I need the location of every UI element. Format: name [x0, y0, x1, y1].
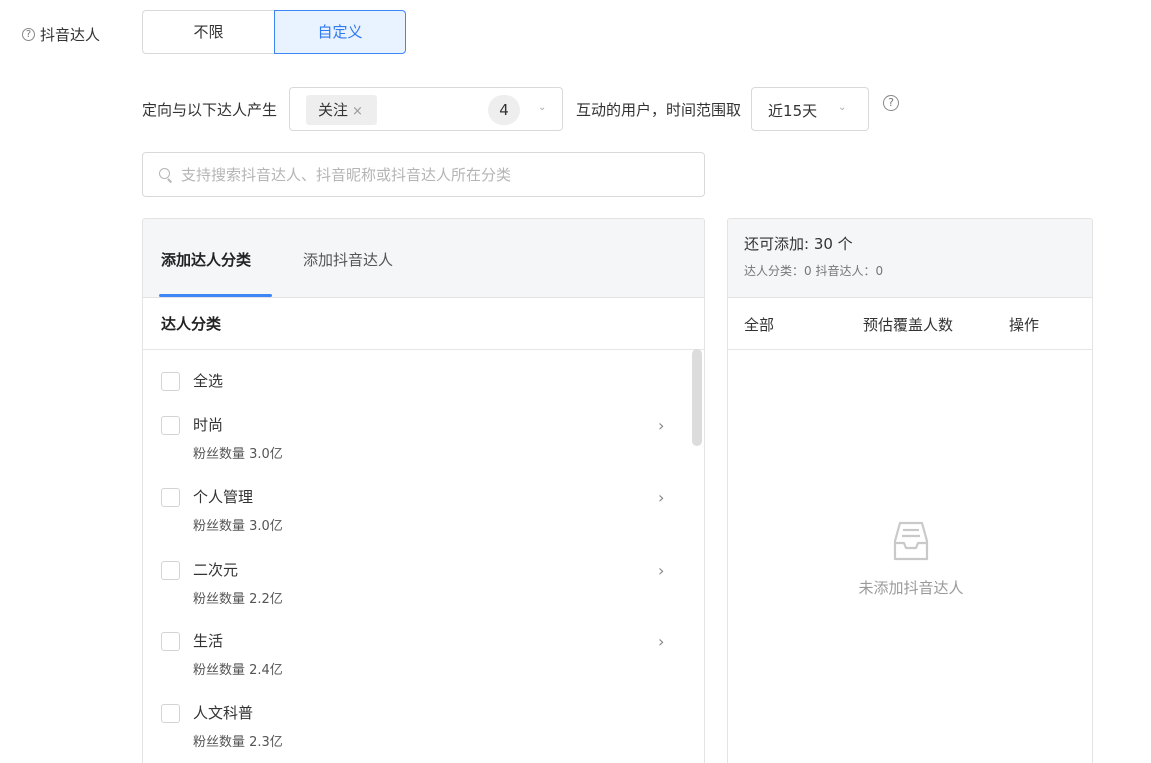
- mode-segmented-control: 不限 自定义: [142, 10, 406, 54]
- empty-state-text: 未添加抖音达人: [858, 579, 964, 597]
- time-range-value: 近15天: [768, 102, 818, 120]
- chevron-down-icon: ⌄: [838, 102, 847, 113]
- category-fans: 粉丝数量 2.4亿: [193, 663, 283, 678]
- column-estimated-coverage: 预估覆盖人数: [863, 316, 954, 334]
- targeting-row: 定向与以下达人产生 关注 × 4 ⌄ 互动的用户，时间范围取 近15天 ⌄ ?: [142, 87, 904, 131]
- selected-panel: 还可添加: 30 个 达人分类：0 抖音达人：0 全部 预估覆盖人数 操作 未添…: [727, 218, 1093, 763]
- category-checkbox[interactable]: [161, 416, 180, 435]
- time-range-select[interactable]: 近15天 ⌄: [751, 87, 870, 131]
- mode-option-unlimited[interactable]: 不限: [142, 10, 274, 54]
- selected-table-header: 全部 预估覆盖人数 操作: [728, 298, 1092, 350]
- category-tabs: 添加达人分类 添加抖音达人: [143, 219, 704, 298]
- chevron-right-icon[interactable]: ›: [658, 488, 664, 507]
- scrollbar-thumb[interactable]: [692, 349, 702, 446]
- selected-count-badge: 4: [488, 95, 521, 125]
- category-column-header: 达人分类: [143, 298, 704, 350]
- chevron-down-icon[interactable]: ⌄: [538, 102, 546, 113]
- empty-inbox-icon: [893, 521, 929, 561]
- mode-option-custom[interactable]: 自定义: [274, 10, 406, 54]
- search-icon: [159, 167, 173, 182]
- column-all: 全部: [744, 316, 775, 334]
- category-checkbox[interactable]: [161, 561, 180, 580]
- category-name: 时尚: [193, 416, 224, 434]
- time-range-help[interactable]: ?: [883, 92, 904, 111]
- category-panel: 添加达人分类 添加抖音达人 达人分类 全选 时尚 粉丝数量 3.0亿 › 个人管…: [142, 218, 705, 763]
- interaction-type-select[interactable]: 关注 × 4 ⌄: [289, 87, 564, 131]
- chevron-right-icon[interactable]: ›: [658, 416, 664, 435]
- targeting-prefix: 定向与以下达人产生: [142, 100, 278, 119]
- category-name: 人文科普: [193, 704, 254, 722]
- category-fans: 粉丝数量 2.2亿: [193, 592, 283, 607]
- category-fans: 粉丝数量 3.0亿: [193, 447, 283, 462]
- field-label: ? 抖音达人: [22, 24, 100, 45]
- selected-breakdown: 达人分类：0 抖音达人：0: [744, 264, 884, 278]
- targeting-middle: 互动的用户，时间范围取: [576, 100, 742, 119]
- selected-summary: 还可添加: 30 个 达人分类：0 抖音达人：0: [728, 219, 1092, 298]
- category-checkbox[interactable]: [161, 488, 180, 507]
- remaining-count: 还可添加: 30 个: [744, 235, 853, 253]
- help-circle-icon[interactable]: ?: [22, 28, 35, 41]
- tab-add-influencer[interactable]: 添加抖音达人: [303, 249, 393, 270]
- select-all-checkbox[interactable]: [161, 372, 180, 391]
- interaction-tag[interactable]: 关注 ×: [306, 95, 377, 125]
- select-all-label: 全选: [193, 372, 224, 390]
- help-circle-icon: ?: [883, 94, 900, 111]
- category-fans: 粉丝数量 2.3亿: [193, 735, 283, 750]
- tab-add-category[interactable]: 添加达人分类: [161, 249, 251, 270]
- search-input[interactable]: 支持搜索抖音达人、抖音昵称或抖音达人所在分类: [142, 152, 705, 197]
- chevron-right-icon[interactable]: ›: [658, 561, 664, 580]
- field-label-text: 抖音达人: [40, 26, 101, 44]
- category-name: 二次元: [193, 561, 239, 579]
- interaction-tag-label: 关注: [318, 101, 349, 119]
- category-checkbox[interactable]: [161, 632, 180, 651]
- category-fans: 粉丝数量 3.0亿: [193, 519, 283, 534]
- category-checkbox[interactable]: [161, 704, 180, 723]
- close-icon[interactable]: ×: [352, 104, 363, 119]
- active-tab-indicator: [159, 294, 272, 297]
- column-action: 操作: [1009, 316, 1040, 334]
- category-name: 个人管理: [193, 488, 254, 506]
- search-placeholder: 支持搜索抖音达人、抖音昵称或抖音达人所在分类: [181, 166, 512, 184]
- chevron-right-icon[interactable]: ›: [658, 632, 664, 651]
- empty-state: 未添加抖音达人: [728, 519, 1092, 598]
- category-name: 生活: [193, 632, 224, 650]
